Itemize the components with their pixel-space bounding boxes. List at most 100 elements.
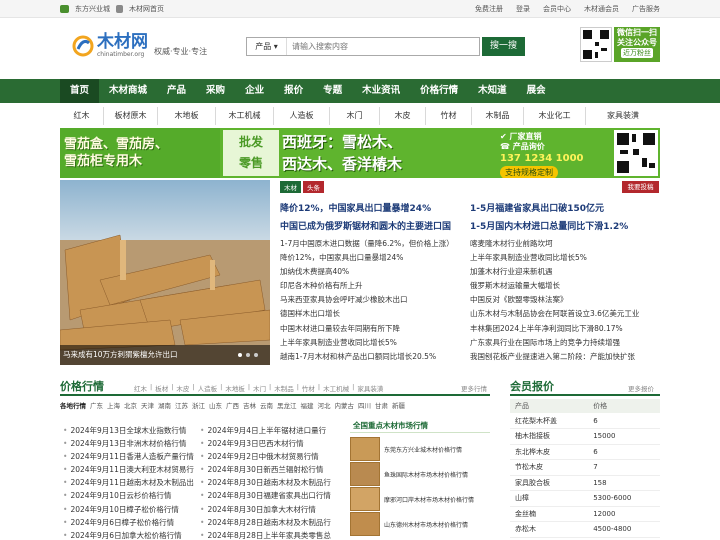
subnav-panel[interactable]: 人造板 bbox=[274, 107, 330, 125]
price-cat-link[interactable]: 板材 bbox=[155, 383, 168, 393]
subnav-chemicals[interactable]: 木业化工 bbox=[524, 107, 586, 125]
region-tab[interactable]: 天津 bbox=[141, 400, 154, 410]
news-item[interactable]: 印尼各木种价格有所上升 bbox=[280, 279, 470, 293]
price-cat-link[interactable]: 木工机械 bbox=[323, 383, 349, 393]
news-item[interactable]: 丰林集团2024上半年净利润同比下滑80.17% bbox=[470, 322, 660, 336]
product-cell[interactable]: 赤松木 bbox=[510, 521, 589, 538]
price-item[interactable]: 2024年9月4日上半年锯材进口量行 bbox=[197, 424, 337, 437]
nav-quotes[interactable]: 报价 bbox=[274, 79, 313, 103]
news-item[interactable]: 广东家具行业在国际市场上的竞争力持续增强 bbox=[470, 336, 660, 350]
search-button[interactable]: 搜一搜 bbox=[482, 37, 525, 56]
market-item[interactable]: 摩邪河口岸木材市场木材价格行情 bbox=[350, 487, 490, 511]
table-row[interactable]: 节松木皮 7 bbox=[510, 459, 660, 476]
product-cell[interactable]: 节松木皮 bbox=[510, 459, 589, 476]
news-item[interactable]: 马来西亚家具协会呼吁减少橡胶木出口 bbox=[280, 293, 470, 307]
region-tab[interactable]: 福建 bbox=[301, 400, 314, 410]
news-item[interactable]: 俄罗斯木材运输量大幅增长 bbox=[470, 279, 660, 293]
price-item[interactable]: 2024年9月6日樟子松价格行情 bbox=[60, 516, 195, 529]
news-item[interactable]: 山东木材与木制品协会在阿联首设立3.6亿美元工业 bbox=[470, 307, 660, 321]
headline-link[interactable]: 1-5月福建省家具出口破150亿元 bbox=[470, 201, 660, 214]
news-item[interactable]: 1-7月中国原木进口数据（量降6.2%，但价格上涨） bbox=[280, 237, 470, 251]
price-item[interactable]: 2024年9月13日全球木业指数行情 bbox=[60, 424, 195, 437]
table-row[interactable]: 赤松木 4500-4800 bbox=[510, 521, 660, 538]
region-tab[interactable]: 吉林 bbox=[243, 400, 256, 410]
market-item[interactable]: 鱼珠国际木材市场木材价格行情 bbox=[350, 462, 490, 486]
headline-link[interactable]: 中国已成为俄罗斯锯材和圆木的主要进口国 bbox=[280, 219, 500, 232]
region-tab[interactable]: 浙江 bbox=[192, 400, 205, 410]
news-item[interactable]: 中国木材进口量较去年同期有所下降 bbox=[280, 322, 470, 336]
table-row[interactable]: 东北桦木皮 6 bbox=[510, 444, 660, 460]
subnav-furniture[interactable]: 家具装潢 bbox=[586, 107, 660, 125]
price-cat-link[interactable]: 人造板 bbox=[198, 383, 218, 393]
price-item[interactable]: 2024年8月30日福建省家具出口行情 bbox=[197, 489, 337, 502]
headline-link[interactable]: 1-5月国内木材进口总量同比下滑1.2% bbox=[470, 219, 660, 232]
topbar-link-home[interactable]: 木材网首页 bbox=[129, 4, 164, 14]
ad-banner[interactable]: 雪茄盒、雪茄房、 雪茄柜专用木 批发 零售 西班牙：雪松木、 西达木、香洋椿木 … bbox=[60, 128, 660, 178]
slide-dot[interactable] bbox=[254, 353, 258, 357]
news-item[interactable]: 越南1-7月木材和林产品出口额同比增长20.5% bbox=[280, 350, 470, 364]
price-item[interactable]: 2024年9月10日樟子松价格行情 bbox=[60, 503, 195, 516]
price-cat-link[interactable]: 木地板 bbox=[225, 383, 245, 393]
member-center-link[interactable]: 会员中心 bbox=[543, 4, 571, 14]
region-tab[interactable]: 山东 bbox=[209, 400, 222, 410]
headline-link[interactable]: 降价12%，中国家具出口量暴增24% bbox=[280, 201, 500, 214]
nav-purchase[interactable]: 采购 bbox=[196, 79, 235, 103]
product-cell[interactable]: 家具胶合板 bbox=[510, 475, 589, 491]
table-row[interactable]: 红花梨木杯盖 6 bbox=[510, 413, 660, 429]
news-item[interactable]: 加纳伐木费提高40% bbox=[280, 265, 470, 279]
subnav-machinery[interactable]: 木工机械 bbox=[216, 107, 274, 125]
region-tab[interactable]: 四川 bbox=[358, 400, 371, 410]
price-item[interactable]: 2024年8月30日越南木材及木制品行 bbox=[197, 476, 337, 489]
slide-dot[interactable] bbox=[238, 353, 242, 357]
region-tab[interactable]: 湖南 bbox=[158, 400, 171, 410]
news-item[interactable]: 上半年家具制造业营收同比增长5% bbox=[280, 336, 470, 350]
region-tab[interactable]: 内蒙古 bbox=[335, 400, 355, 410]
nav-prices[interactable]: 价格行情 bbox=[410, 79, 468, 103]
price-item[interactable]: 2024年8月28日上半年家具类零售总 bbox=[197, 529, 337, 540]
subnav-board-log[interactable]: 板材原木 bbox=[104, 107, 158, 125]
price-cat-link[interactable]: 红木 bbox=[134, 383, 147, 393]
nav-knowledge[interactable]: 木知道 bbox=[468, 79, 517, 103]
subnav-doors[interactable]: 木门 bbox=[330, 107, 380, 125]
nav-expo[interactable]: 展会 bbox=[517, 79, 556, 103]
news-item[interactable]: 加蓬木材行业迎来新机遇 bbox=[470, 265, 660, 279]
nav-topics[interactable]: 专题 bbox=[313, 79, 352, 103]
register-link[interactable]: 免费注册 bbox=[475, 4, 503, 14]
topbar-link-dongfang[interactable]: 东方兴业城 bbox=[75, 4, 110, 14]
price-cat-link[interactable]: 木制品 bbox=[274, 383, 294, 393]
login-link[interactable]: 登录 bbox=[516, 4, 530, 14]
nav-companies[interactable]: 企业 bbox=[235, 79, 274, 103]
product-cell[interactable]: 柚木指接板 bbox=[510, 428, 589, 445]
price-item[interactable]: 2024年8月30日加拿大木材行情 bbox=[197, 503, 337, 516]
price-item[interactable]: 2024年8月28日越南木材及木制品行 bbox=[197, 516, 337, 529]
subnav-flooring[interactable]: 木地板 bbox=[158, 107, 216, 125]
market-item[interactable]: 山东德州木材市场木材价格行情 bbox=[350, 512, 490, 536]
region-tab[interactable]: 新疆 bbox=[392, 400, 405, 410]
subnav-bamboo[interactable]: 竹材 bbox=[426, 107, 472, 125]
news-item[interactable]: 喀麦隆木材行业前路坎坷 bbox=[470, 237, 660, 251]
slide-dot[interactable] bbox=[246, 353, 250, 357]
news-item[interactable]: 中国反对《欧盟零毁林法案》 bbox=[470, 293, 660, 307]
region-tab[interactable]: 广东 bbox=[90, 400, 103, 410]
member-price-more-link[interactable]: 更多报价 bbox=[628, 383, 654, 393]
region-tab[interactable]: 各地行情 bbox=[60, 400, 86, 410]
site-logo[interactable]: 木材网 chinatimber.org 权威·专业·专注 bbox=[72, 34, 207, 58]
vip-member-link[interactable]: 木材通会员 bbox=[584, 4, 619, 14]
region-tab[interactable]: 上海 bbox=[107, 400, 120, 410]
news-item[interactable]: 上半年家具制造业营收同比增长5% bbox=[470, 251, 660, 265]
price-item[interactable]: 2024年9月11日澳大利亚木材贸易行 bbox=[60, 463, 195, 476]
table-row[interactable]: 柚木指接板 15000 bbox=[510, 428, 660, 445]
price-item[interactable]: 2024年9月10日云杉价格行情 bbox=[60, 489, 195, 502]
price-item[interactable]: 2024年9月3日巴西木材行情 bbox=[197, 437, 337, 450]
region-tab[interactable]: 江苏 bbox=[175, 400, 188, 410]
search-input[interactable] bbox=[287, 42, 477, 51]
price-cat-link[interactable]: 竹材 bbox=[302, 383, 315, 393]
region-tab[interactable]: 河北 bbox=[318, 400, 331, 410]
price-item[interactable]: 2024年9月13日非洲木材价格行情 bbox=[60, 437, 195, 450]
price-more-link[interactable]: 更多行情 bbox=[461, 383, 487, 393]
table-row[interactable]: 山樟 5300-6000 bbox=[510, 490, 660, 507]
news-item[interactable]: 我国刨花板产业提速进入第二阶段：产能加快扩张 bbox=[470, 350, 660, 364]
product-cell[interactable]: 山樟 bbox=[510, 490, 589, 507]
nav-mall[interactable]: 木材商城 bbox=[99, 79, 157, 103]
contribute-button[interactable]: 我要投稿 bbox=[622, 181, 659, 193]
